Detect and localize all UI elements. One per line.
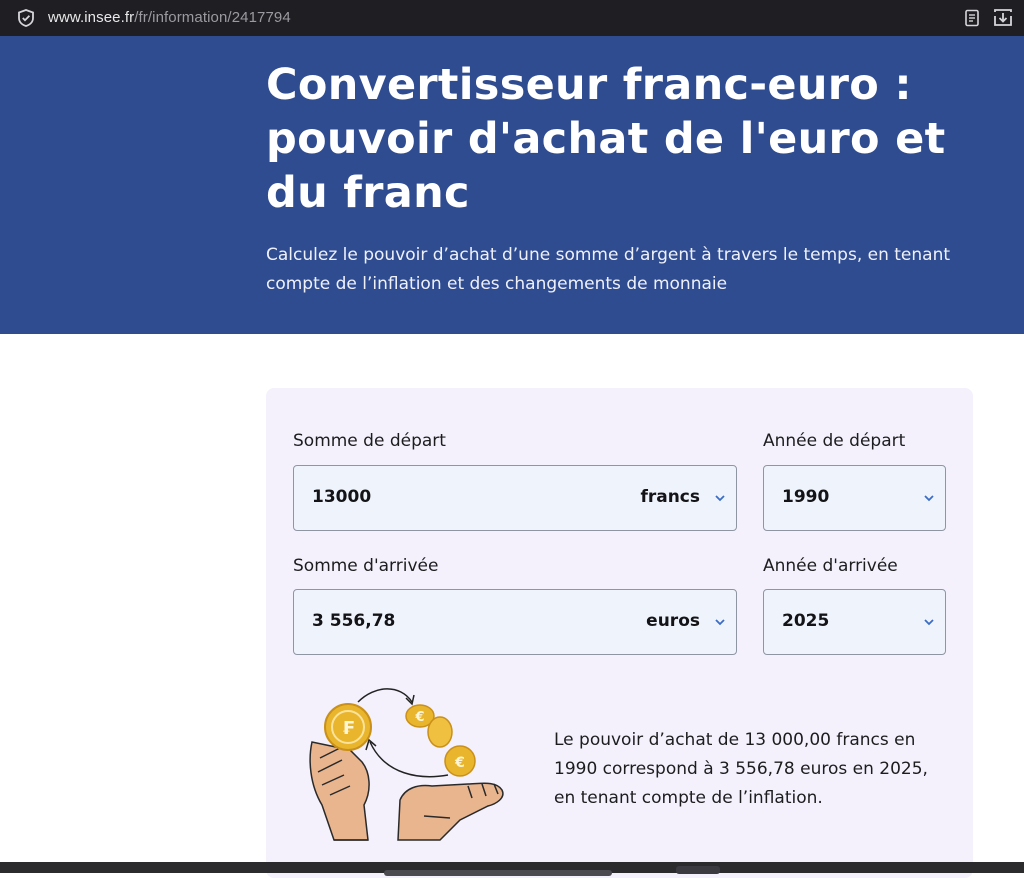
coin-exchange-illustration: ₣ € € [309, 688, 504, 841]
page-subtitle: Calculez le pouvoir d’achat d’une somme … [266, 245, 951, 294]
start-year-value: 1990 [782, 487, 830, 507]
start-currency-select[interactable]: francs [640, 487, 700, 507]
end-year-label: Année d'arrivée [763, 556, 898, 576]
taskbar-item[interactable] [384, 870, 612, 876]
result-sentence: Le pouvoir d’achat de 13 000,00 francs e… [554, 730, 928, 808]
chevron-down-icon[interactable] [714, 617, 726, 627]
start-amount-field[interactable]: 13000 francs [293, 465, 737, 531]
start-amount-label: Somme de départ [293, 431, 446, 451]
svg-text:₣: ₣ [342, 718, 355, 739]
svg-text:€: € [454, 755, 465, 771]
download-icon[interactable] [992, 7, 1014, 29]
hero-banner: Convertisseur franc-euro : pouvoir d'ach… [0, 36, 1024, 334]
taskbar [0, 862, 1024, 876]
start-year-label: Année de départ [763, 431, 906, 451]
url-host: www.insee.fr [48, 9, 135, 26]
reader-view-icon[interactable] [962, 8, 982, 28]
browser-toolbar: www.insee.fr/fr/information/2417794 [0, 0, 1024, 36]
page-title: Convertisseur franc-euro : pouvoir d'ach… [266, 60, 946, 218]
chevron-down-icon[interactable] [714, 493, 726, 503]
start-amount-value[interactable]: 13000 [312, 487, 371, 507]
url-path: /fr/information/2417794 [134, 9, 291, 26]
shield-icon[interactable] [16, 8, 36, 28]
end-year-value: 2025 [782, 611, 830, 631]
chevron-down-icon[interactable] [923, 617, 935, 627]
end-currency-select[interactable]: euros [646, 611, 700, 631]
start-year-select[interactable]: 1990 [763, 465, 946, 531]
chevron-down-icon[interactable] [923, 493, 935, 503]
end-amount-value[interactable]: 3 556,78 [312, 611, 395, 631]
end-amount-label: Somme d'arrivée [293, 556, 439, 576]
address-bar[interactable]: www.insee.fr/fr/information/2417794 [48, 9, 291, 26]
svg-text:€: € [414, 710, 424, 725]
end-year-select[interactable]: 2025 [763, 589, 946, 655]
end-amount-field[interactable]: 3 556,78 euros [293, 589, 737, 655]
